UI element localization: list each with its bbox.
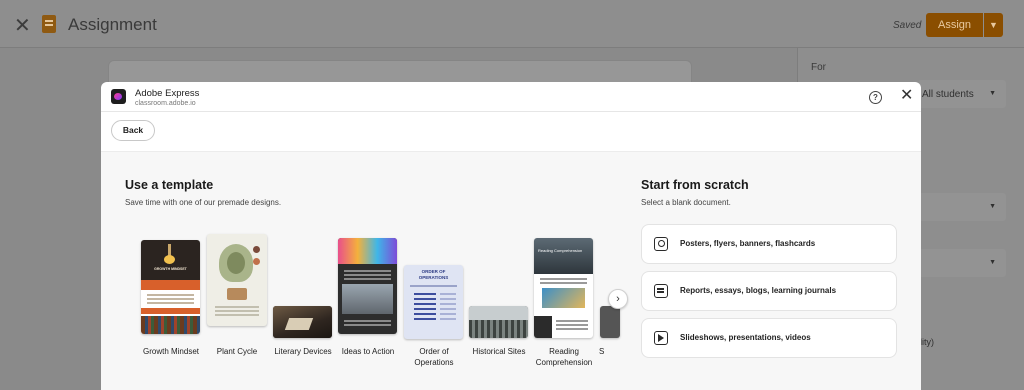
back-button[interactable]: Back	[111, 120, 155, 141]
dialog-content: Use a template Save time with one of our…	[101, 152, 921, 390]
scratch-option-label: Posters, flyers, banners, flashcards	[680, 239, 816, 248]
assign-button[interactable]: Assign	[926, 13, 983, 37]
adobe-express-logo-icon	[111, 89, 126, 104]
due-select[interactable]: ▼	[918, 249, 1006, 277]
students-select[interactable]: All students ▼	[918, 80, 1006, 108]
help-icon[interactable]: ?	[869, 91, 882, 104]
scratch-option-label: Slideshows, presentations, videos	[680, 333, 811, 342]
template-label: Plant Cycle	[216, 347, 258, 356]
template-heading: Use a template	[125, 178, 214, 192]
points-select[interactable]: ▼	[918, 193, 1006, 221]
template-label: Reading Comprehension	[535, 347, 593, 367]
template-thumb-title: ORDER OF OPERATIONS	[418, 269, 449, 280]
chevron-down-icon: ▼	[989, 203, 996, 210]
dialog-app-name: Adobe Express	[135, 88, 200, 99]
assignment-icon	[42, 15, 56, 33]
poster-icon	[654, 237, 668, 251]
video-icon	[654, 331, 668, 345]
top-bar: ✕ Assignment Saved Assign ▼	[0, 0, 1024, 48]
close-icon[interactable]: ✕	[900, 88, 913, 104]
scratch-option-label: Reports, essays, blogs, learning journal…	[680, 286, 837, 295]
dialog-url: classroom.adobe.io	[135, 100, 196, 107]
page-title: Assignment	[68, 15, 157, 34]
template-subheading: Save time with one of our premade design…	[125, 198, 282, 207]
template-thumbnail[interactable]	[338, 238, 397, 334]
chevron-down-icon[interactable]: ▼	[984, 13, 1003, 37]
scratch-option-slideshows[interactable]: Slideshows, presentations, videos	[641, 318, 897, 358]
template-thumbnail[interactable]	[273, 306, 332, 338]
template-thumbnail[interactable]	[600, 306, 620, 338]
adobe-express-dialog: Adobe Express classroom.adobe.io ? ✕ Bac…	[101, 82, 921, 390]
template-thumb-title: GROWTH MINDSET	[154, 267, 187, 271]
document-icon	[654, 284, 668, 298]
chevron-right-icon[interactable]: ›	[608, 289, 628, 309]
students-select-value: All students	[922, 89, 974, 100]
scratch-option-posters[interactable]: Posters, flyers, banners, flashcards	[641, 224, 897, 264]
dialog-toolbar: Back	[101, 112, 921, 152]
dialog-header: Adobe Express classroom.adobe.io ? ✕	[101, 82, 921, 112]
scratch-heading: Start from scratch	[641, 178, 749, 192]
close-icon[interactable]: ✕	[14, 13, 31, 38]
template-thumbnail[interactable]: Reading Comprehension	[534, 238, 593, 338]
template-thumbnail[interactable]	[469, 306, 528, 338]
template-label: S	[599, 347, 605, 356]
saved-status: Saved	[893, 20, 922, 31]
template-thumbnail[interactable]	[207, 234, 267, 326]
template-label: Order of Operations	[414, 347, 454, 367]
template-label: Literary Devices	[274, 347, 332, 356]
scratch-option-reports[interactable]: Reports, essays, blogs, learning journal…	[641, 271, 897, 311]
template-thumbnail[interactable]: GROWTH MINDSET	[141, 240, 200, 334]
scratch-subheading: Select a blank document.	[641, 198, 731, 207]
chevron-down-icon: ▼	[989, 90, 996, 97]
template-label: Historical Sites	[472, 347, 526, 356]
template-thumbnail[interactable]: ORDER OF OPERATIONS	[404, 265, 463, 339]
template-label: Ideas to Action	[341, 347, 395, 356]
template-label: Growth Mindset	[142, 347, 200, 356]
chevron-down-icon: ▼	[989, 259, 996, 266]
for-label: For	[811, 62, 826, 73]
template-thumb-title: Reading Comprehension	[538, 248, 583, 253]
